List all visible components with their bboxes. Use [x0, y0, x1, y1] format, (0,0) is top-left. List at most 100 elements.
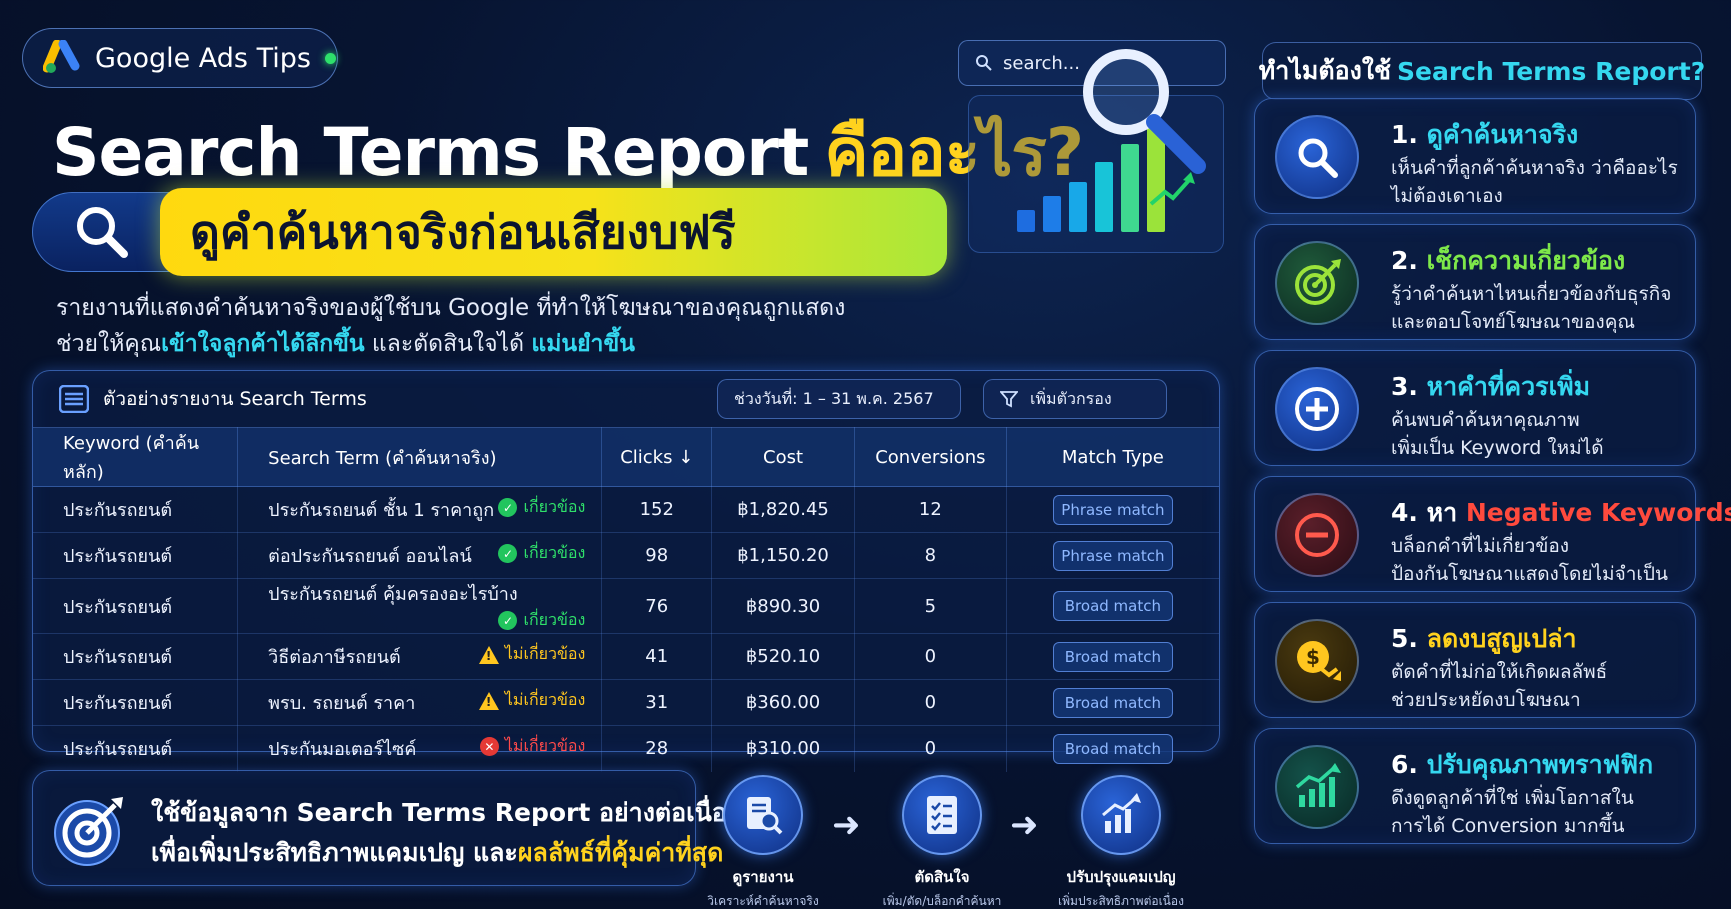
- search-term-text: ประกันรถยนต์ คุ้มครองอะไรบ้าง: [268, 584, 518, 605]
- cell-keyword: ประกันรถยนต์: [33, 532, 239, 579]
- target-icon: [1275, 241, 1359, 325]
- cell-match-type: Broad match: [1006, 726, 1219, 772]
- add-filter-button[interactable]: เพิ่มตัวกรอง: [983, 379, 1167, 419]
- cell-search-term: ประกันรถยนต์ ชั้น 1 ราคาถูก ✓ เกี่ยวข้อง: [237, 486, 603, 533]
- why-card-3: 3. หาคำที่ควรเพิ่ม ค้นพบคำค้นหาคุณภาพ เพิ่…: [1254, 350, 1696, 466]
- relevance-label: ไม่เกี่ยวข้อง: [504, 736, 586, 756]
- why-card-heading: 2. เช็กความเกี่ยวข้อง: [1391, 241, 1625, 281]
- col-cost[interactable]: Cost: [711, 427, 855, 487]
- flow-sub: เพิ่มประสิทธิภาพต่อเนื่อง: [1058, 894, 1184, 908]
- subtitle-highlight: ดูคำค้นหาจริงก่อนเสียงบฟรี: [160, 188, 947, 276]
- search-terms-table: Keyword (คำค้นหลัก) Search Term (คำค้นหา…: [33, 427, 1219, 772]
- why-card-num: 6.: [1391, 750, 1418, 779]
- date-range-button[interactable]: ช่วงวันที่: 1 – 31 พ.ค. 2567: [717, 379, 961, 419]
- why-card-desc-1: ค้นพบคำค้นหาคุณภาพ: [1391, 409, 1580, 431]
- match-type-badge[interactable]: Broad match: [1052, 591, 1173, 621]
- cell-conversions: 12: [854, 486, 1007, 533]
- why-card-2: 2. เช็กความเกี่ยวข้อง รู้ว่าคำค้นหาไหนเกี…: [1254, 224, 1696, 340]
- cell-conversions: 0: [854, 633, 1007, 680]
- table-row[interactable]: ประกันรถยนต์ ประกันมอเตอร์ไซค์ ✕ ไม่เกี่ยวข…: [33, 725, 1219, 772]
- google-ads-logo-icon: [43, 40, 80, 73]
- why-card-5: $5. ลดงบสูญเปล่า ตัดคำที่ไม่ก่อให้เกิดผลล…: [1254, 602, 1696, 718]
- why-card-desc-1: ตัดคำที่ไม่ก่อให้เกิดผลลัพธ์: [1391, 661, 1608, 683]
- cell-match-type: Phrase match: [1006, 532, 1219, 579]
- why-card-num: 2.: [1391, 246, 1418, 275]
- cell-cost: ฿890.30: [711, 578, 855, 634]
- cell-conversions: 0: [854, 679, 1007, 726]
- why-title-a: ทำไมต้องใช้: [1258, 56, 1391, 85]
- banner-text-a: เพื่อเพิ่มประสิทธิภาพแคมเปญ และ: [151, 838, 518, 867]
- chart-bar: [1017, 210, 1035, 232]
- filter-icon: [1000, 391, 1018, 408]
- why-card-head: ลดงบสูญเปล่า: [1426, 624, 1577, 653]
- table-row[interactable]: ประกันรถยนต์ ประกันรถยนต์ ชั้น 1 ราคาถูก ✓…: [33, 486, 1219, 533]
- brand-pill[interactable]: Google Ads Tips: [22, 28, 338, 88]
- report-search-icon: [723, 775, 803, 855]
- desc-highlight-2: แม่นยำขึ้น: [531, 331, 635, 357]
- col-search-term[interactable]: Search Term (คำค้นหาจริง): [237, 427, 603, 487]
- check-circle-icon: ✓: [498, 498, 518, 517]
- cell-search-term: วิธีต่อภาษีรถยนต์! ไม่เกี่ยวข้อง: [237, 633, 603, 680]
- flow-label: ดูรายงาน: [732, 868, 794, 886]
- col-clicks[interactable]: Clicks ↓: [601, 427, 713, 487]
- desc-text-a: ช่วยให้คุณ: [56, 331, 162, 357]
- target-icon: [54, 797, 123, 866]
- search-placeholder: search...: [1003, 52, 1080, 74]
- flow-sub: เพิ่ม/ตัด/บล็อกคำค้นหา: [882, 894, 1002, 908]
- col-keyword[interactable]: Keyword (คำค้นหลัก): [33, 427, 239, 487]
- relevance-status: ✓ เกี่ยวข้อง: [498, 608, 585, 633]
- plus-circle-icon: [1275, 367, 1359, 451]
- table-row[interactable]: ประกันรถยนต์ พรบ. รถยนต์ ราคา! ไม่เกี่ยวข้…: [33, 679, 1219, 726]
- cell-keyword: ประกันรถยนต์: [33, 578, 239, 634]
- match-type-badge[interactable]: Broad match: [1052, 733, 1173, 764]
- search-term-text: พรบ. รถยนต์ ราคา: [268, 693, 416, 714]
- check-circle-icon: ✓: [498, 611, 518, 630]
- error-circle-icon: ✕: [479, 737, 499, 757]
- relevance-label: ไม่เกี่ยวข้อง: [504, 690, 586, 709]
- cell-cost: ฿520.10: [711, 633, 855, 680]
- why-card-head: ดูคำค้นหาจริง: [1426, 120, 1579, 149]
- relevance-label: เกี่ยวข้อง: [523, 497, 586, 516]
- relevance-label: เกี่ยวข้อง: [523, 610, 586, 629]
- why-card-desc-1: เห็นคำที่ลูกค้าค้นหาจริง ว่าคืออะไร: [1391, 157, 1678, 179]
- flow-step-improve: ปรับปรุงแคมเปญ เพิ่มประสิทธิภาพต่อเนื่อง: [1036, 775, 1206, 909]
- table-row[interactable]: ประกันรถยนต์ ประกันรถยนต์ คุ้มครองอะไรบ้า…: [33, 578, 1219, 634]
- col-conversions[interactable]: Conversions: [854, 427, 1007, 487]
- cell-keyword: ประกันรถยนต์: [33, 725, 239, 772]
- checklist-icon: [902, 775, 982, 855]
- growth-chart-icon: [1081, 775, 1161, 855]
- table-row[interactable]: ประกันรถยนต์ วิธีต่อภาษีรถยนต์! ไม่เกี่ยวข…: [33, 633, 1219, 680]
- title-part-1: Search Terms Report: [52, 114, 809, 191]
- why-card-desc-1: บล็อกคำที่ไม่เกี่ยวข้อง: [1391, 535, 1570, 557]
- desc-highlight-1: เข้าใจลูกค้าได้ลึกขึ้น: [161, 331, 365, 357]
- match-type-badge[interactable]: Phrase match: [1052, 540, 1173, 571]
- cell-cost: ฿360.00: [711, 679, 855, 726]
- match-type-badge[interactable]: Broad match: [1052, 641, 1173, 672]
- cell-conversions: 8: [854, 532, 1007, 579]
- table-row[interactable]: ประกันรถยนต์ ต่อประกันรถยนต์ ออนไลน์ ✓ เกี่…: [33, 532, 1219, 579]
- table-header-row: Keyword (คำค้นหลัก) Search Term (คำค้นหา…: [33, 427, 1219, 487]
- why-title-b: Search Terms Report?: [1397, 56, 1706, 86]
- chart-bar: [1043, 196, 1061, 232]
- list-icon: [59, 385, 89, 413]
- relevance-label: ไม่เกี่ยวข้อง: [504, 644, 586, 663]
- cell-search-term: ประกันมอเตอร์ไซค์ ✕ ไม่เกี่ยวข้อง: [237, 725, 603, 772]
- warning-icon: !: [478, 691, 499, 710]
- cell-match-type: Broad match: [1006, 578, 1219, 634]
- match-type-badge[interactable]: Phrase match: [1052, 494, 1173, 525]
- cell-search-term: ต่อประกันรถยนต์ ออนไลน์ ✓ เกี่ยวข้อง: [237, 532, 603, 579]
- relevance-status: ✕ ไม่เกี่ยวข้อง: [479, 734, 586, 759]
- cell-keyword: ประกันรถยนต์: [33, 633, 239, 680]
- why-card-desc-2: ป้องกันโฆษณาแสดงโดยไม่จำเป็น: [1391, 563, 1668, 585]
- col-match-type[interactable]: Match Type: [1006, 427, 1219, 487]
- chart-bar: [1069, 182, 1087, 232]
- cell-search-term: พรบ. รถยนต์ ราคา! ไม่เกี่ยวข้อง: [237, 679, 603, 726]
- relevance-label: เกี่ยวข้อง: [523, 543, 586, 562]
- why-card-num: 1.: [1391, 120, 1418, 149]
- cell-clicks: 98: [601, 532, 713, 579]
- search-term-text: ประกันมอเตอร์ไซค์: [268, 739, 417, 761]
- flow-label: ตัดสินใจ: [914, 868, 970, 886]
- match-type-badge[interactable]: Broad match: [1052, 687, 1173, 718]
- cell-keyword: ประกันรถยนต์: [33, 486, 239, 533]
- why-card-desc-2: การได้ Conversion มากขึ้น: [1391, 815, 1625, 837]
